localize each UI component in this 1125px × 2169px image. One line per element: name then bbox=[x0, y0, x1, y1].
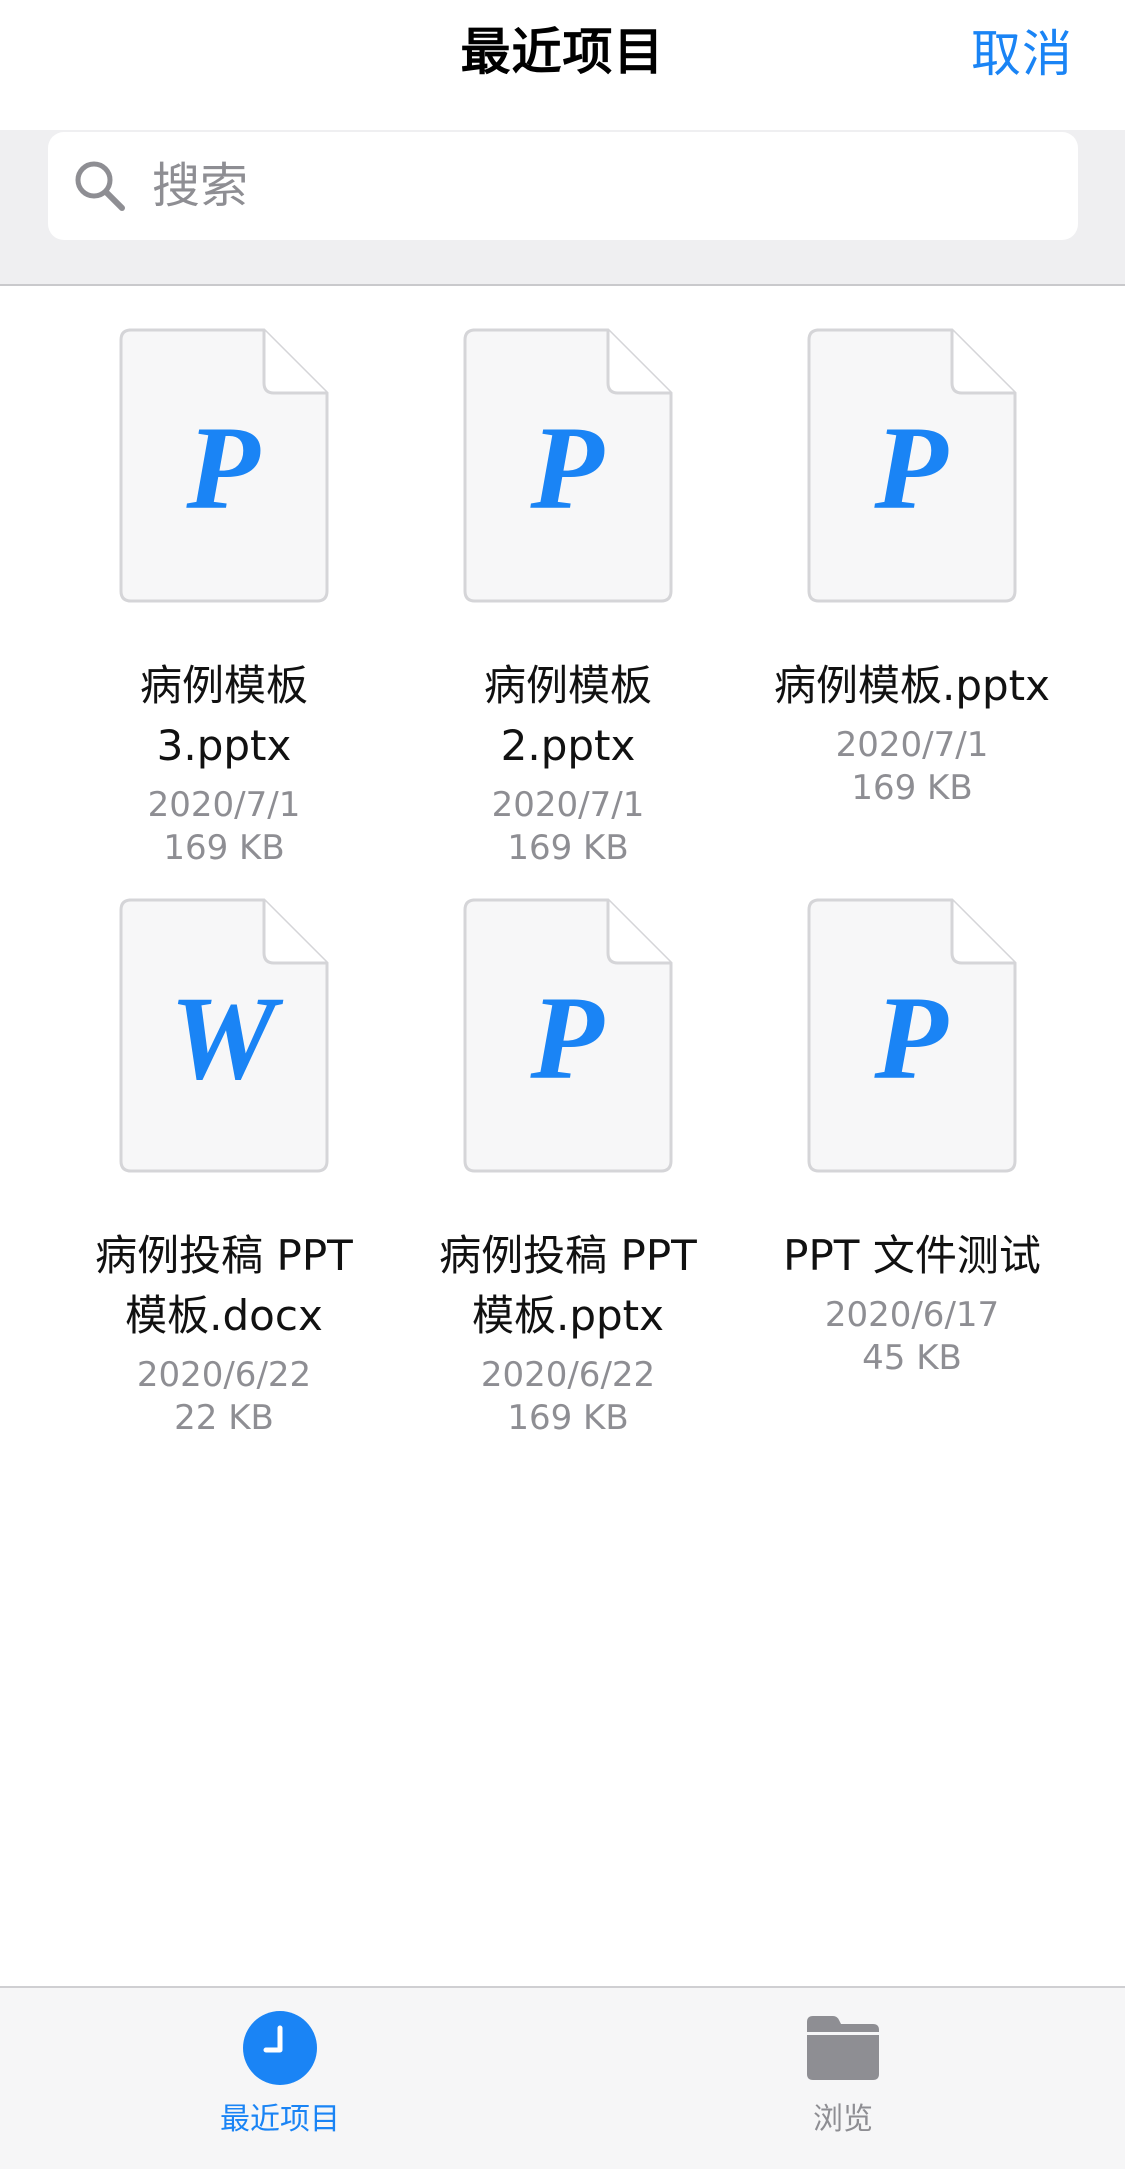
svg-text:P: P bbox=[873, 401, 949, 534]
presentation-file-icon: P bbox=[807, 328, 1017, 603]
tab-recents[interactable]: 最近项目 bbox=[130, 1988, 430, 2169]
file-date: 2020/7/1 bbox=[491, 785, 645, 825]
file-name: 病例模板 2.pptx bbox=[483, 661, 652, 770]
svg-text:P: P bbox=[185, 401, 261, 534]
page-title: 最近项目 bbox=[460, 23, 665, 81]
svg-text:P: P bbox=[529, 971, 605, 1104]
file-size: 22 KB bbox=[174, 1398, 274, 1438]
file-name: 病例模板 3.pptx bbox=[139, 661, 308, 770]
svg-text:P: P bbox=[529, 401, 605, 534]
presentation-file-icon: P bbox=[807, 898, 1017, 1173]
search-icon bbox=[75, 161, 125, 211]
navigation-bar: 最近项目 取消 bbox=[0, 0, 1125, 130]
file-name: 病例投稿 PPT 模板.pptx bbox=[439, 1231, 697, 1340]
search-field[interactable] bbox=[48, 132, 1078, 240]
file-date: 2020/6/22 bbox=[480, 1355, 656, 1395]
file-picker: 最近项目 取消 P 病例模板3.pptx 2020/7/1 169 KB bbox=[0, 0, 1125, 2169]
file-date: 2020/6/17 bbox=[824, 1295, 1000, 1335]
presentation-file-icon: P bbox=[463, 898, 673, 1173]
file-name: 病例模板.pptx bbox=[774, 661, 1050, 710]
tab-browse[interactable]: 浏览 bbox=[693, 1988, 993, 2169]
word-file-icon: W bbox=[119, 898, 329, 1173]
folder-icon bbox=[807, 2016, 879, 2080]
search-bar-area bbox=[0, 130, 1125, 286]
cancel-button[interactable]: 取消 bbox=[971, 14, 1073, 86]
file-size: 169 KB bbox=[507, 1398, 629, 1438]
svg-text:P: P bbox=[873, 971, 949, 1104]
presentation-file-icon: P bbox=[463, 328, 673, 603]
file-size: 45 KB bbox=[862, 1338, 962, 1378]
file-date: 2020/7/1 bbox=[147, 785, 301, 825]
tab-label: 浏览 bbox=[813, 2102, 873, 2137]
svg-text:W: W bbox=[170, 971, 284, 1104]
file-date: 2020/7/1 bbox=[835, 725, 989, 765]
file-size: 169 KB bbox=[507, 828, 629, 868]
tab-label: 最近项目 bbox=[220, 2102, 340, 2137]
tab-bar: 最近项目 浏览 bbox=[0, 1986, 1125, 2169]
file-size: 169 KB bbox=[851, 768, 973, 808]
clock-icon bbox=[243, 2011, 317, 2085]
presentation-file-icon: P bbox=[119, 328, 329, 603]
file-date: 2020/6/22 bbox=[136, 1355, 312, 1395]
file-size: 169 KB bbox=[163, 828, 285, 868]
file-name: 病例投稿 PPT 模板.docx bbox=[95, 1231, 353, 1340]
search-input[interactable] bbox=[152, 158, 1032, 214]
file-name: PPT 文件测试 bbox=[783, 1231, 1041, 1280]
